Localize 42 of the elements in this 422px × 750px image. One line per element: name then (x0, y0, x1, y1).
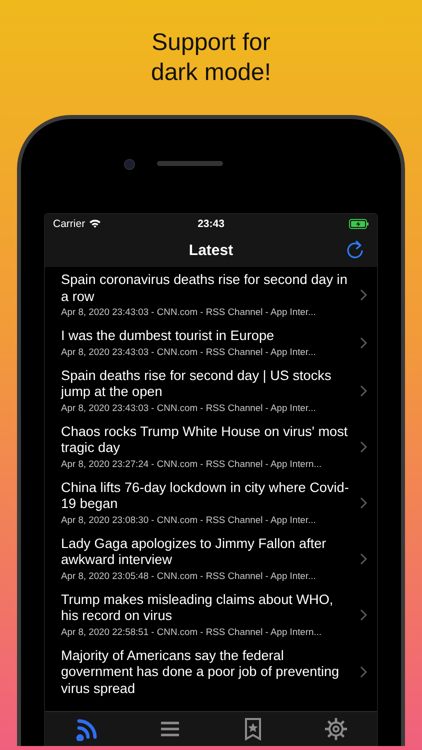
article-title: Lady Gaga apologizes to Jimmy Fallon after awkward interview (61, 536, 328, 568)
rss-feed-icon[interactable] (74, 717, 98, 741)
article-title: Spain deaths rise for second day | US stocks jump at the open (61, 368, 332, 400)
camera-icon (124, 159, 135, 170)
article-title: I was the dumbest tourist in Europe (61, 328, 276, 344)
article-title: Spain coronavirus deaths rise for second day in a row (61, 272, 348, 305)
article-row[interactable]: Spain coronavirus deaths rise for second day in a row Apr 8, 2020 23:43:03 - CNN.com - RSS Channel - App Inter... (45, 267, 377, 323)
chevron-icon (360, 336, 367, 349)
article-row[interactable]: Trump makes misleading claims about WHO, his record on virus Apr 8, 2020 22:58:51 - CNN.com - RSS Channel - App Intern... (45, 586, 377, 642)
charging-battery-icon (349, 218, 370, 228)
chevron-icon (360, 552, 367, 564)
article-meta: Apr 8, 2020 23:43:03 - CNN.com - RSS Channel - App Inter... (61, 344, 317, 358)
carrier-label: Carrier (53, 218, 86, 230)
article-meta: Apr 8, 2020 23:08:30 - CNN.com - RSS Channel - App Inter... (61, 512, 317, 526)
article-row[interactable]: Lady Gaga apologizes to Jimmy Fallon after awkward interview Apr 8, 2020 23:05:48 - CNN.com - RSS Channel - App Inter... (45, 530, 377, 586)
settings-icon[interactable] (324, 717, 348, 741)
chevron-icon (360, 496, 367, 508)
chevron-icon (360, 440, 367, 452)
chevron-icon (360, 384, 367, 396)
article-row[interactable]: Majority of Americans say the federal government has done a poor job of preventing virus spread (45, 642, 377, 702)
chevron-icon (360, 608, 367, 620)
article-title: Trump makes misleading claims about WHO, his record on virus (61, 592, 334, 624)
refresh-icon[interactable] (345, 240, 365, 260)
article-row[interactable]: China lifts 76-day lockdown in city where Covid-19 began Apr 8, 2020 23:08:30 - CNN.com - RSS Channel - App Inter... (45, 474, 377, 530)
article-meta: Apr 8, 2020 23:27:24 - CNN.com - RSS Channel - App Intern... (61, 456, 323, 470)
article-title: Majority of Americans say the federal government has done a poor job of preventing virus spread (61, 648, 340, 697)
speaker-icon (157, 161, 223, 166)
article-row[interactable]: Spain deaths rise for second day | US stocks jump at the open Apr 8, 2020 23:43:03 - CNN.com - RSS Channel - App Inter... (45, 362, 377, 418)
article-row[interactable]: Chaos rocks Trump White House on virus' most tragic day Apr 8, 2020 23:27:24 - CNN.com - RSS Channel - App Intern... (45, 418, 377, 474)
chevron-icon (360, 289, 367, 301)
promo-heading: Support for dark mode! (150, 28, 272, 88)
article-row[interactable]: I was the dumbest tourist in Europe Apr 8, 2020 23:43:03 - CNN.com - RSS Channel - App Inter... (45, 323, 377, 362)
status-time: 23:43 (198, 218, 224, 230)
screen-title: Latest (188, 242, 234, 258)
article-meta: Apr 8, 2020 23:43:03 - CNN.com - RSS Channel - App Inter... (61, 400, 317, 414)
article-meta: Apr 8, 2020 23:05:48 - CNN.com - RSS Channel - App Inter... (61, 568, 317, 582)
article-meta: Apr 8, 2020 22:58:51 - CNN.com - RSS Channel - App Intern... (61, 624, 323, 638)
article-title: Chaos rocks Trump White House on virus' most tragic day (61, 424, 349, 456)
chevron-icon (360, 666, 367, 678)
article-title: China lifts 76-day lockdown in city where Covid-19 began (61, 480, 350, 512)
article-meta: Apr 8, 2020 23:43:03 - CNN.com - RSS Channel - App Inter... (61, 305, 317, 318)
wifi-icon (89, 219, 102, 228)
